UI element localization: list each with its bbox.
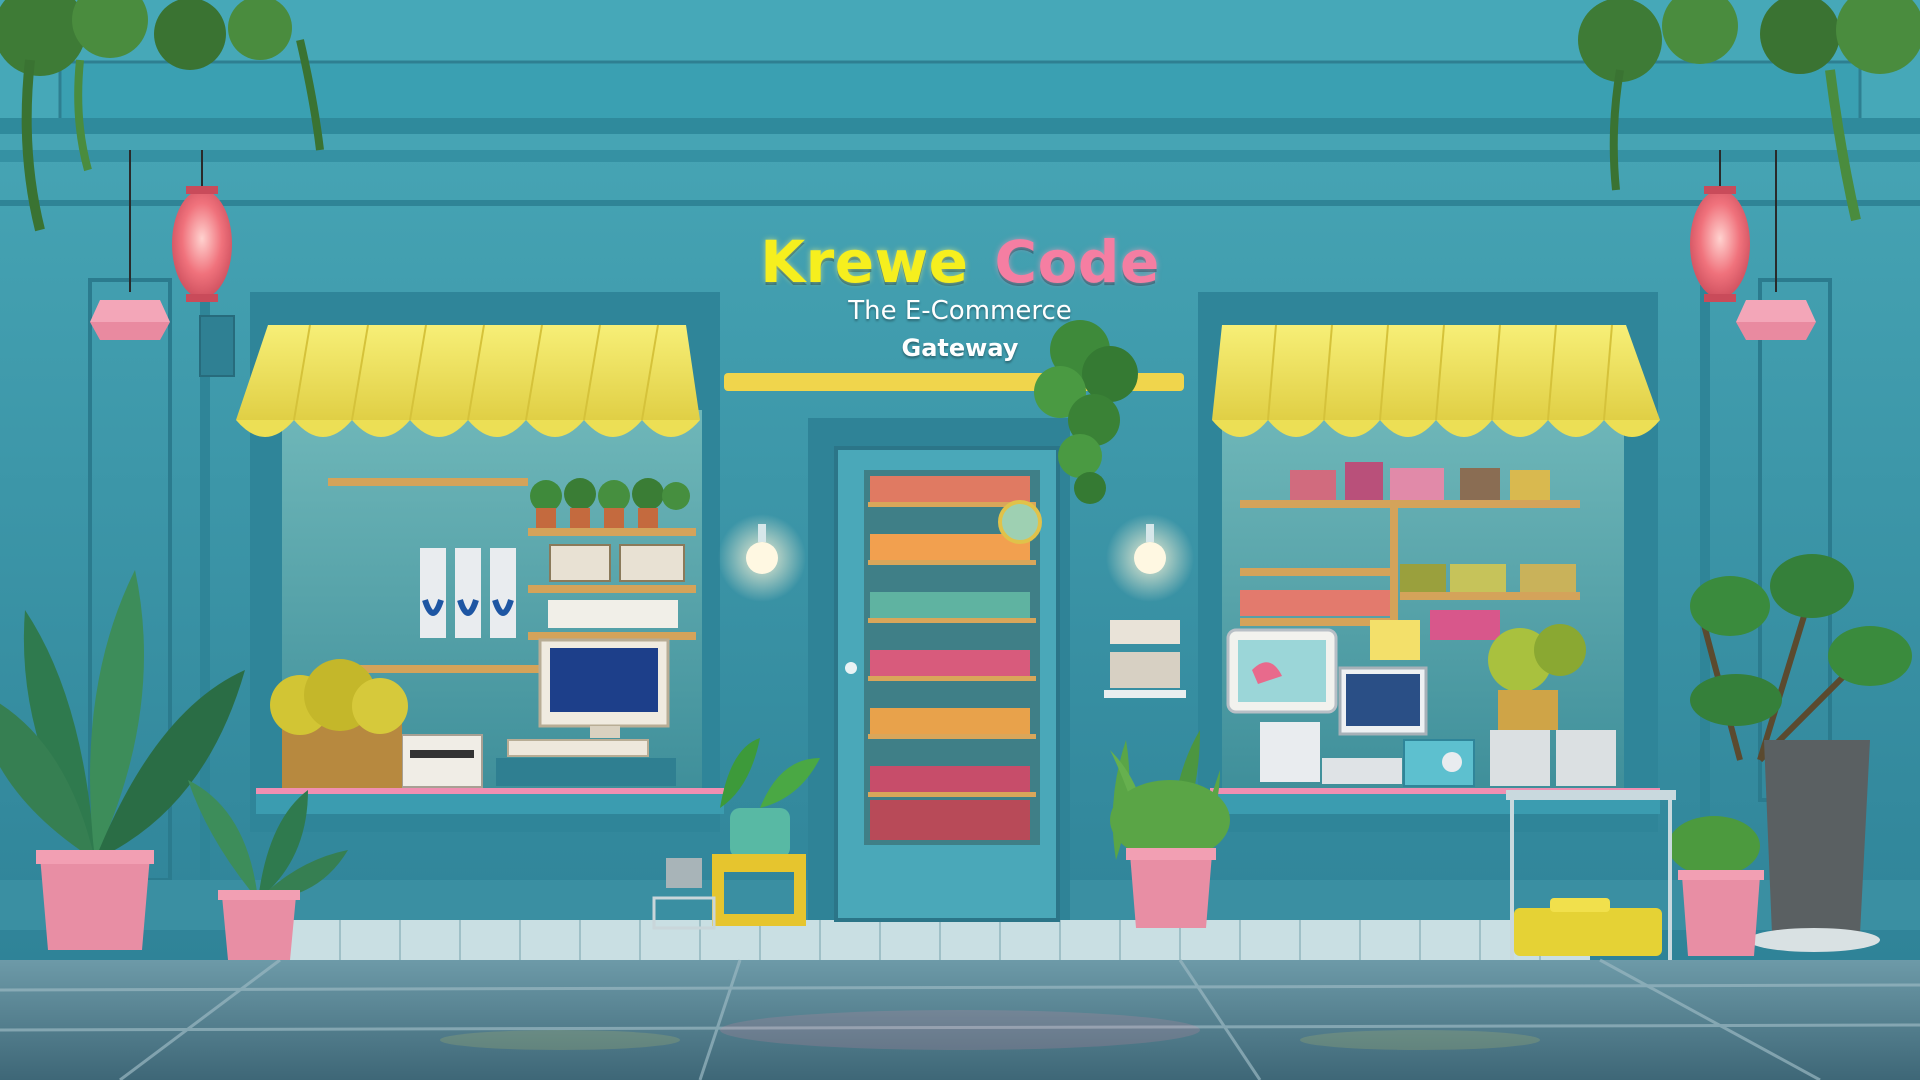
storefront-scene	[0, 0, 1920, 1080]
tagline-line-1: The E-Commerce	[848, 296, 1072, 326]
door-knob[interactable]	[845, 662, 857, 674]
wall-book-shelf	[1104, 620, 1186, 698]
brand-sign: Krewe Code	[0, 228, 1920, 296]
small-speaker	[666, 858, 702, 888]
brand-word-code: Code	[994, 228, 1160, 296]
left-wall-lamp	[718, 514, 806, 602]
front-door[interactable]	[808, 418, 1070, 922]
right-wall-lamp	[1106, 514, 1194, 602]
brand-word-krewe: Krewe	[760, 228, 969, 296]
tagline-line-2: Gateway	[901, 334, 1019, 362]
